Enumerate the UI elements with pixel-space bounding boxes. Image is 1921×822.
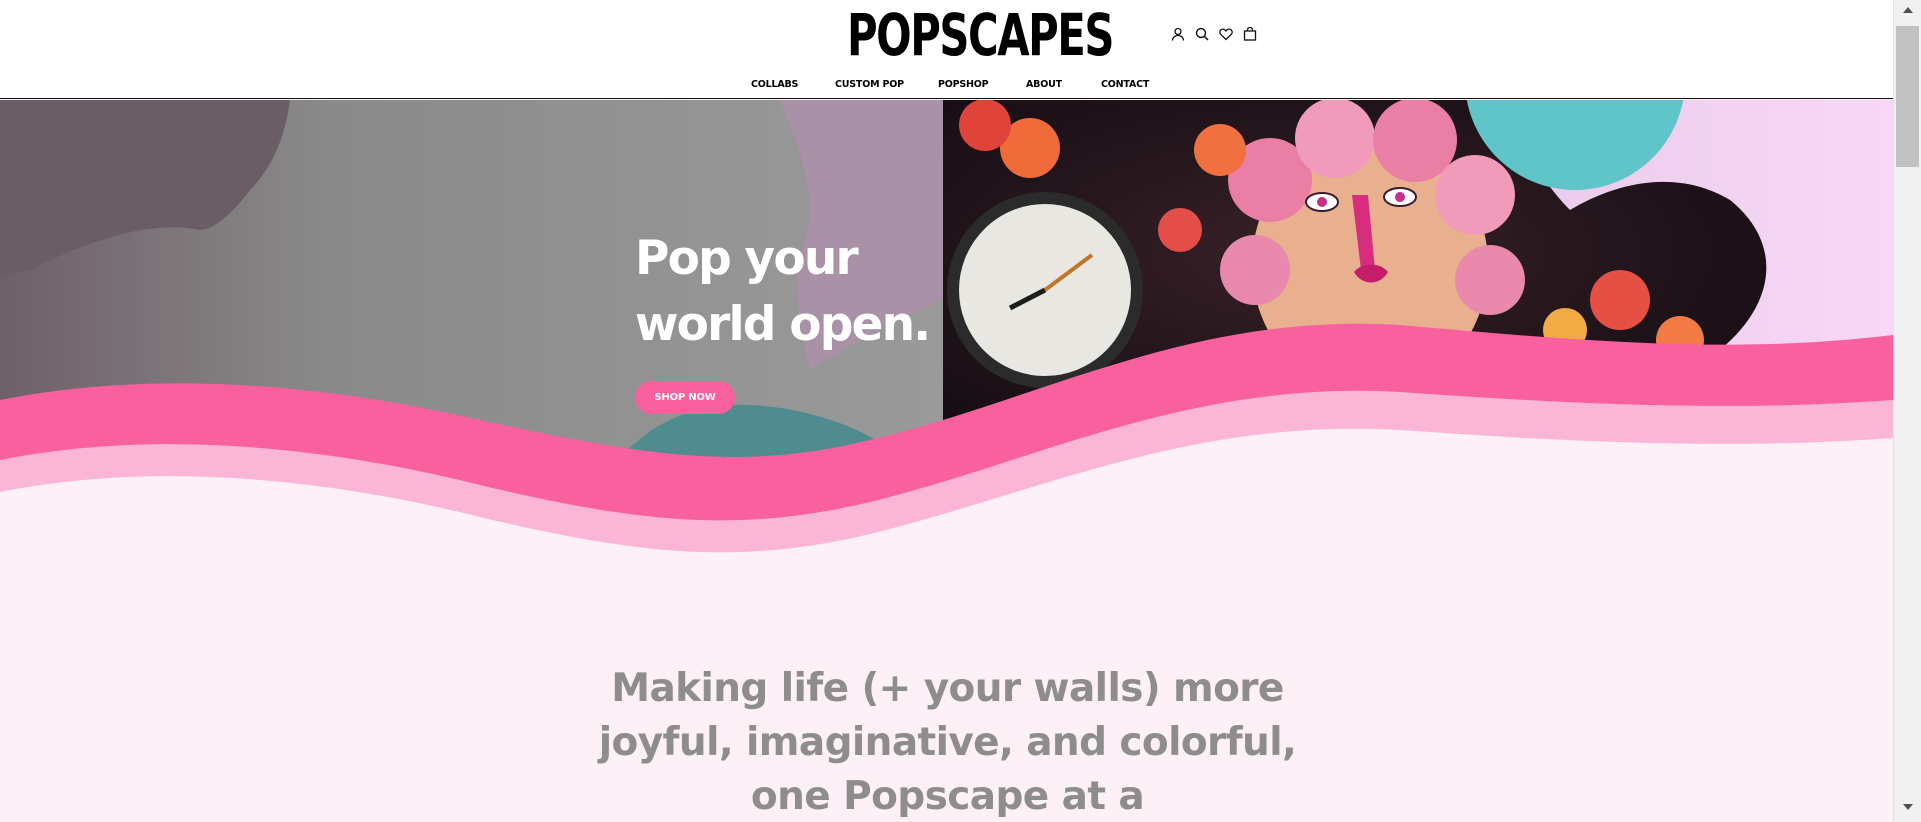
site-logo[interactable]: POPSCAPES [847, 4, 1114, 66]
page-scrollbar[interactable] [1893, 0, 1921, 822]
main-nav: COLLABS CUSTOM POP POPSHOP ABOUT CONTACT [0, 78, 1893, 94]
shop-now-button[interactable]: SHOP NOW [635, 381, 735, 414]
nav-item-contact[interactable]: CONTACT [1101, 78, 1149, 92]
account-icon[interactable] [1170, 26, 1186, 42]
search-icon[interactable] [1194, 26, 1210, 42]
hero-banner: Pop your world open. SHOP NOW [0, 100, 1893, 580]
nav-item-about[interactable]: ABOUT [1026, 78, 1062, 92]
hero-title-line-1: Pop your [635, 231, 859, 286]
intro-tagline: Making life (+ your walls) more joyful, … [598, 666, 1297, 819]
cart-bag-icon[interactable] [1242, 26, 1258, 42]
nav-item-popshop[interactable]: POPSHOP [938, 78, 989, 92]
header-icon-group [1170, 26, 1258, 44]
scroll-down-arrow-icon[interactable] [1903, 804, 1913, 810]
hero-title: Pop your world open. [635, 226, 975, 358]
nav-item-collabs[interactable]: COLLABS [751, 78, 798, 92]
nav-item-custom-pop[interactable]: CUSTOM POP [835, 78, 904, 92]
scrollbar-thumb[interactable] [1896, 26, 1919, 167]
wishlist-heart-icon[interactable] [1218, 26, 1234, 42]
site-header: POPSCAPES COLLABS CUSTOM POP POPSHOP ABO… [0, 0, 1893, 99]
hero-title-line-2: world open. [635, 297, 931, 352]
scroll-up-arrow-icon[interactable] [1903, 7, 1913, 13]
